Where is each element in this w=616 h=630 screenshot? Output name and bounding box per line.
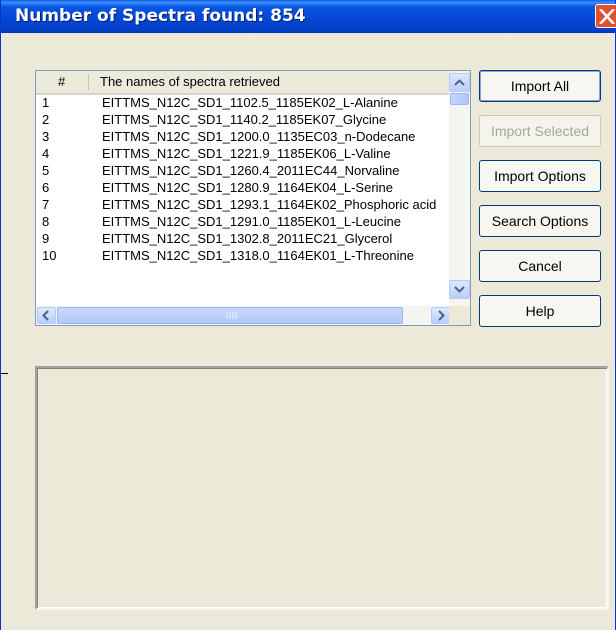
list-item[interactable]: 7 EITTMS_N12C_SD1_1293.1_1164EK02_Phospho… bbox=[36, 197, 451, 214]
title-bar[interactable]: Number of Spectra found: 854 bbox=[1, 0, 616, 33]
list-item[interactable]: 9 EITTMS_N12C_SD1_1302.8_2011EC21_Glycero… bbox=[36, 231, 451, 248]
vertical-scroll-thumb[interactable] bbox=[450, 93, 469, 105]
list-item[interactable]: 2 EITTMS_N12C_SD1_1140.2_1185EK07_Glycine bbox=[36, 112, 451, 129]
search-options-button[interactable]: Search Options bbox=[479, 205, 601, 237]
horizontal-scrollbar[interactable] bbox=[36, 306, 451, 325]
list-item[interactable]: 3 EITTMS_N12C_SD1_1200.0_1135EC03_n-Dodec… bbox=[36, 129, 451, 146]
scroll-left-button[interactable] bbox=[37, 307, 56, 324]
list-item-name: EITTMS_N12C_SD1_1140.2_1185EK07_Glycine bbox=[102, 112, 387, 127]
list-item-name: EITTMS_N12C_SD1_1291.0_1185EK01_L-Leucin… bbox=[102, 214, 401, 229]
chevron-right-icon bbox=[438, 310, 445, 321]
list-item-number: 4 bbox=[42, 146, 50, 161]
list-item-name: EITTMS_N12C_SD1_1293.1_1164EK02_Phosphor… bbox=[102, 197, 437, 212]
list-item-number: 6 bbox=[42, 180, 50, 195]
list-header: # The names of spectra retrieved bbox=[36, 71, 451, 95]
chevron-down-icon bbox=[454, 286, 465, 293]
list-item-number: 2 bbox=[42, 112, 50, 127]
list-item-name: EITTMS_N12C_SD1_1200.0_1135EC03_n-Dodeca… bbox=[102, 129, 416, 144]
scrollbar-corner bbox=[449, 306, 470, 325]
import-all-button[interactable]: Import All bbox=[479, 70, 601, 102]
spectra-dialog: Number of Spectra found: 854 # The names… bbox=[0, 0, 616, 630]
list-item-name: EITTMS_N12C_SD1_1318.0_1164EK01_L-Threon… bbox=[102, 248, 414, 263]
column-header-name[interactable]: The names of spectra retrieved bbox=[100, 74, 280, 89]
list-item-name: EITTMS_N12C_SD1_1260.4_2011EC44_Norvalin… bbox=[102, 163, 400, 178]
list-rows: 1 EITTMS_N12C_SD1_1102.5_1185EK02_L-Alani… bbox=[36, 93, 451, 306]
column-header-number[interactable]: # bbox=[58, 74, 65, 89]
list-item-name: EITTMS_N12C_SD1_1221.9_1185EK06_L-Valine bbox=[102, 146, 391, 161]
scroll-up-button[interactable] bbox=[449, 73, 470, 92]
chevron-left-icon bbox=[42, 310, 49, 321]
cancel-button[interactable]: Cancel bbox=[479, 250, 601, 282]
list-item[interactable]: 8 EITTMS_N12C_SD1_1291.0_1185EK01_L-Leuci… bbox=[36, 214, 451, 231]
window-title: Number of Spectra found: 854 bbox=[15, 6, 306, 26]
list-item-number: 5 bbox=[42, 163, 50, 178]
vertical-scrollbar[interactable] bbox=[449, 71, 470, 306]
import-selected-button[interactable]: Import Selected bbox=[479, 115, 601, 147]
list-item-name: EITTMS_N12C_SD1_1280.9_1164EK04_L-Serine bbox=[102, 180, 393, 195]
horizontal-scroll-thumb[interactable] bbox=[57, 307, 403, 324]
divider-mark bbox=[0, 373, 8, 374]
help-button[interactable]: Help bbox=[479, 295, 601, 327]
close-icon bbox=[599, 9, 615, 24]
list-item[interactable]: 6 EITTMS_N12C_SD1_1280.9_1164EK04_L-Serin… bbox=[36, 180, 451, 197]
grip-icon bbox=[226, 312, 237, 319]
list-item[interactable]: 10 EITTMS_N12C_SD1_1318.0_1164EK01_L-Thre… bbox=[36, 248, 451, 265]
list-item-number: 7 bbox=[42, 197, 50, 212]
list-item-number: 9 bbox=[42, 231, 50, 246]
column-divider[interactable] bbox=[88, 74, 89, 90]
list-item[interactable]: 1 EITTMS_N12C_SD1_1102.5_1185EK02_L-Alani… bbox=[36, 95, 451, 112]
import-options-button[interactable]: Import Options bbox=[479, 160, 601, 192]
close-button[interactable] bbox=[595, 4, 616, 28]
list-item[interactable]: 5 EITTMS_N12C_SD1_1260.4_2011EC44_Norvali… bbox=[36, 163, 451, 180]
scroll-right-button[interactable] bbox=[431, 307, 450, 324]
chevron-up-icon bbox=[454, 79, 465, 86]
spectra-list[interactable]: # The names of spectra retrieved 1 EITTMS… bbox=[35, 70, 471, 326]
scroll-down-button[interactable] bbox=[449, 280, 470, 299]
list-item-number: 8 bbox=[42, 214, 50, 229]
list-item-name: EITTMS_N12C_SD1_1302.8_2011EC21_Glycerol bbox=[102, 231, 393, 246]
spectrum-preview-panel bbox=[35, 366, 609, 610]
list-item-number: 1 bbox=[42, 95, 50, 110]
list-item-name: EITTMS_N12C_SD1_1102.5_1185EK02_L-Alanin… bbox=[102, 95, 398, 110]
list-item[interactable]: 4 EITTMS_N12C_SD1_1221.9_1185EK06_L-Valin… bbox=[36, 146, 451, 163]
list-item-number: 3 bbox=[42, 129, 50, 144]
list-item-number: 10 bbox=[42, 248, 57, 263]
